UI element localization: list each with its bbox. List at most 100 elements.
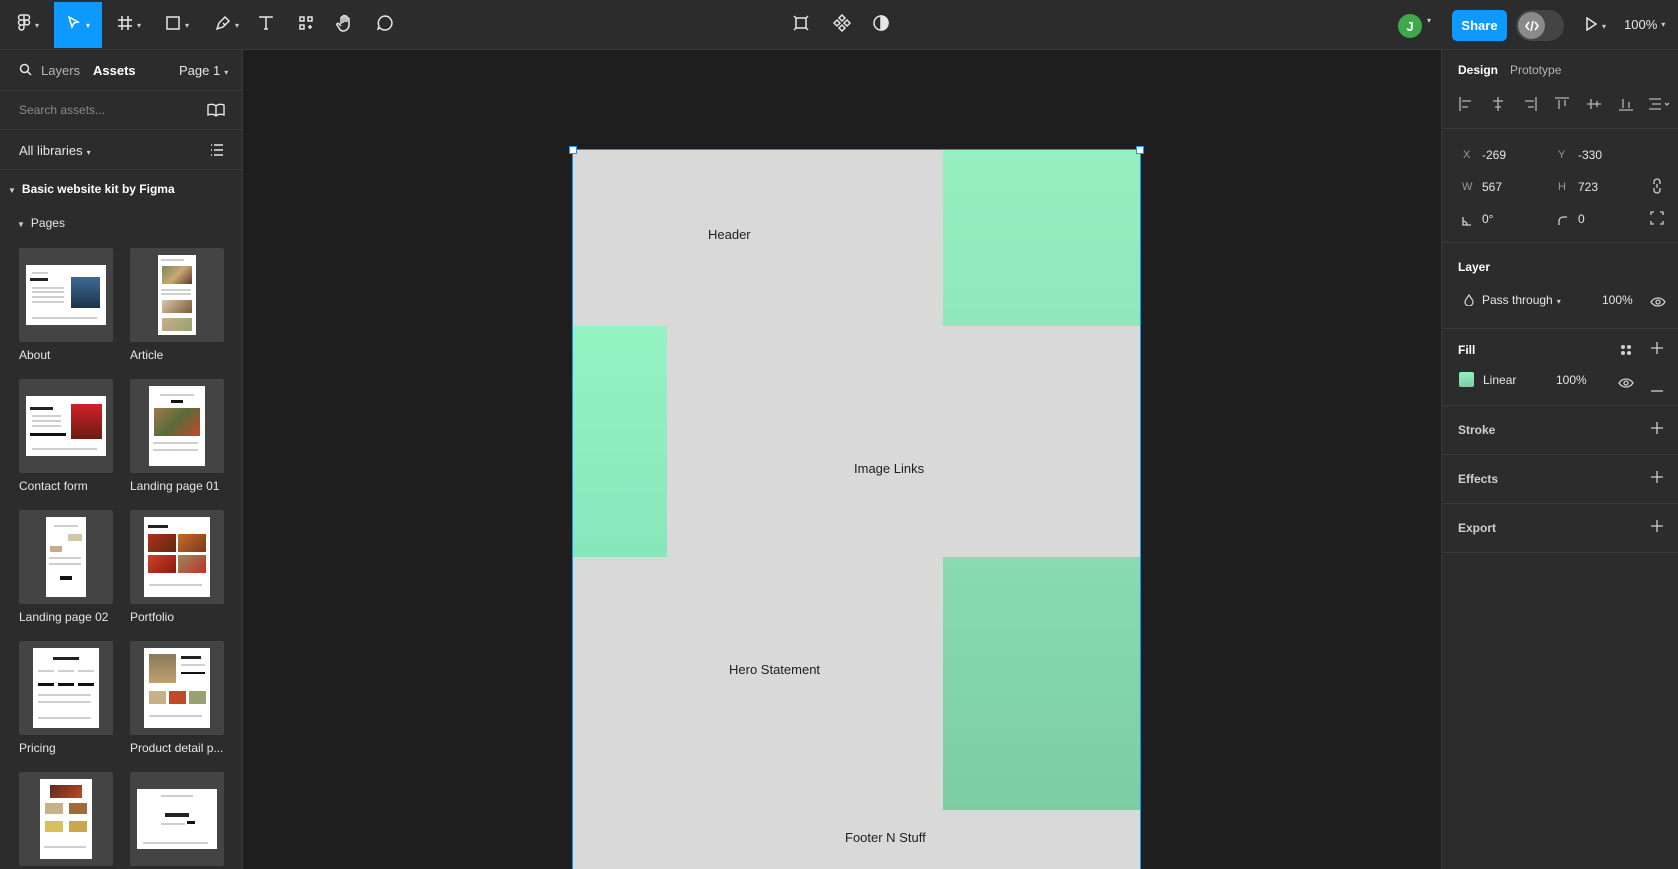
- fill-opacity-field[interactable]: 100%: [1556, 373, 1587, 387]
- blend-mode-select[interactable]: Pass through ▾: [1482, 293, 1561, 307]
- thumbnail-preview: [33, 647, 99, 729]
- library-book-icon[interactable]: [207, 103, 225, 122]
- corner-radius-icon: [1558, 213, 1568, 231]
- resize-handle[interactable]: [569, 146, 577, 154]
- component-button[interactable]: [832, 2, 852, 48]
- shape-tool-button[interactable]: ▾: [160, 2, 194, 48]
- green-rectangle[interactable]: [943, 150, 1140, 326]
- chevron-down-icon: ▾: [1556, 297, 1561, 306]
- align-bottom-icon[interactable]: [1618, 96, 1638, 112]
- asset-search-bar: [0, 90, 242, 130]
- add-effect-icon[interactable]: [1650, 470, 1666, 486]
- chevron-down-icon[interactable]: ▾: [1427, 16, 1431, 25]
- independent-corners-icon[interactable]: [1650, 211, 1664, 230]
- frame-tool-button[interactable]: ▾: [112, 2, 146, 48]
- asset-product-detail[interactable]: Product detail p...: [130, 641, 227, 755]
- h-label: H: [1558, 181, 1566, 193]
- remove-fill-icon[interactable]: [1651, 379, 1663, 397]
- selected-frame[interactable]: Header Image Links Hero Statement Footer…: [572, 149, 1141, 869]
- divider: [1442, 128, 1678, 129]
- add-export-icon[interactable]: [1650, 519, 1666, 535]
- library-select-label: All libraries: [19, 143, 83, 158]
- avatar[interactable]: J: [1398, 14, 1422, 38]
- asset-about[interactable]: About: [19, 248, 116, 362]
- tab-prototype[interactable]: Prototype: [1510, 63, 1561, 77]
- header-text[interactable]: Header: [708, 227, 751, 242]
- comment-tool-button[interactable]: [375, 2, 395, 48]
- main-menu-button[interactable]: ▾: [8, 2, 48, 48]
- hero-statement-text[interactable]: Hero Statement: [729, 662, 820, 677]
- resize-handle[interactable]: [1136, 146, 1144, 154]
- align-center-h-icon[interactable]: [1490, 96, 1510, 112]
- move-tool-button[interactable]: ▾: [54, 2, 102, 48]
- style-grid-icon[interactable]: [1620, 343, 1632, 361]
- hand-tool-button[interactable]: [335, 2, 355, 48]
- corner-radius-field[interactable]: 0: [1578, 212, 1585, 226]
- search-icon[interactable]: [19, 63, 32, 81]
- w-label: W: [1462, 181, 1473, 193]
- align-right-icon[interactable]: [1522, 96, 1542, 112]
- asset-thumbnail: [130, 510, 224, 604]
- tab-assets[interactable]: Assets: [93, 63, 136, 78]
- asset-landing-page-01[interactable]: Landing page 01: [130, 379, 227, 493]
- asset-article[interactable]: Article: [130, 248, 227, 362]
- layer-opacity-field[interactable]: 100%: [1602, 293, 1633, 307]
- tab-design[interactable]: Design: [1458, 63, 1498, 77]
- divider: [1442, 552, 1678, 553]
- asset-label: Product detail p...: [130, 741, 224, 755]
- rectangle-icon: [165, 15, 181, 36]
- text-tool-button[interactable]: [256, 2, 276, 48]
- contrast-button[interactable]: [871, 2, 891, 48]
- chevron-down-icon: ▾: [34, 20, 39, 30]
- component-frame-button[interactable]: [791, 2, 811, 48]
- asset-pricing[interactable]: Pricing: [19, 641, 116, 755]
- right-panel: Design Prototype X -269 Y -330 W 567 H 7…: [1441, 50, 1678, 869]
- canvas[interactable]: Header Image Links Hero Statement Footer…: [243, 50, 1441, 869]
- fill-type[interactable]: Linear: [1483, 373, 1516, 387]
- list-view-icon[interactable]: [210, 143, 224, 162]
- width-field[interactable]: 567: [1482, 180, 1502, 194]
- share-button[interactable]: Share: [1452, 10, 1507, 41]
- avatar-initial: J: [1406, 18, 1414, 34]
- asset-thumbnail: [19, 510, 113, 604]
- divider: [1442, 405, 1678, 406]
- asset-contact-form[interactable]: Contact form: [19, 379, 116, 493]
- chevron-down-icon: ▾: [1602, 21, 1607, 31]
- search-input[interactable]: [19, 103, 199, 117]
- zoom-select[interactable]: 100% ▾: [1624, 17, 1665, 32]
- add-stroke-icon[interactable]: [1650, 421, 1666, 437]
- resources-button[interactable]: [296, 2, 316, 48]
- asset-portfolio[interactable]: Portfolio: [130, 510, 227, 624]
- x-field[interactable]: -269: [1482, 148, 1506, 162]
- align-center-v-icon[interactable]: [1586, 96, 1606, 112]
- code-icon: [1518, 12, 1545, 39]
- pen-tool-button[interactable]: ▾: [210, 2, 244, 48]
- y-field[interactable]: -330: [1578, 148, 1602, 162]
- green-rectangle[interactable]: [573, 326, 667, 557]
- height-field[interactable]: 723: [1578, 180, 1598, 194]
- image-links-text[interactable]: Image Links: [854, 461, 924, 476]
- tab-layers[interactable]: Layers: [41, 63, 80, 78]
- figma-logo-icon: [17, 13, 31, 37]
- library-title[interactable]: ▼ Basic website kit by Figma: [8, 182, 175, 196]
- asset-landing-page-02[interactable]: Landing page 02: [19, 510, 116, 624]
- footer-text[interactable]: Footer N Stuff: [845, 830, 926, 845]
- distribute-icon[interactable]: [1648, 96, 1674, 112]
- asset-item[interactable]: [19, 772, 116, 869]
- align-left-icon[interactable]: [1458, 96, 1478, 112]
- divider: [1442, 242, 1678, 243]
- green-rectangle[interactable]: [943, 557, 1140, 810]
- constrain-proportions-icon[interactable]: [1652, 178, 1662, 199]
- present-button[interactable]: ▾: [1584, 14, 1606, 38]
- pages-group-header[interactable]: ▼ Pages: [17, 216, 65, 230]
- asset-item[interactable]: [130, 772, 227, 869]
- align-top-icon[interactable]: [1554, 96, 1574, 112]
- fill-swatch[interactable]: [1459, 372, 1474, 387]
- library-select[interactable]: All libraries ▾: [19, 143, 91, 158]
- page-select[interactable]: Page 1 ▾: [179, 63, 228, 78]
- eye-icon[interactable]: [1618, 375, 1634, 393]
- rotation-field[interactable]: 0°: [1482, 212, 1493, 226]
- add-fill-icon[interactable]: [1650, 341, 1666, 357]
- eye-icon[interactable]: [1650, 294, 1666, 312]
- stroke-section-title: Stroke: [1458, 423, 1496, 437]
